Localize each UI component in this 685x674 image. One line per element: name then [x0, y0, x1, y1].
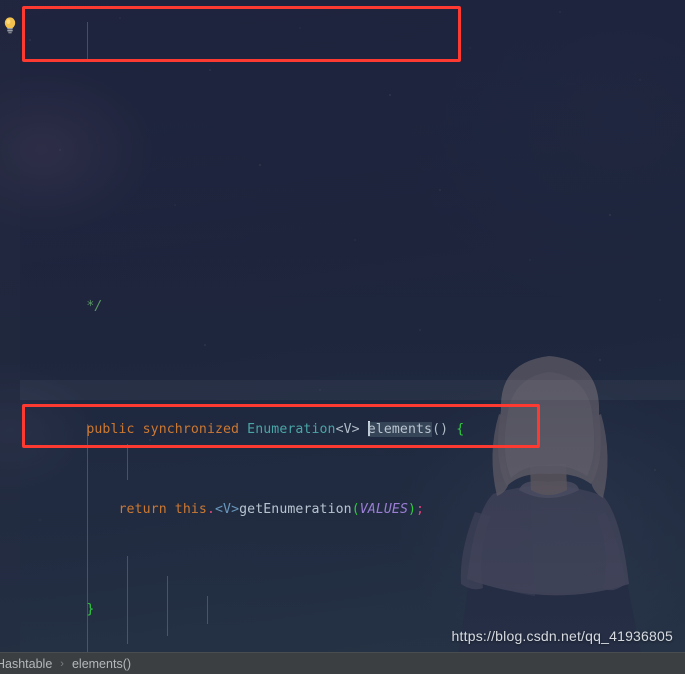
indent-guide [127, 444, 128, 480]
method-call-getenumeration: getEnumeration [239, 502, 352, 517]
code-line-elements-signature: public synchronized Enumeration<V> eleme… [20, 380, 685, 437]
dot-operator: . [206, 502, 216, 517]
type-enumeration: Enumeration [247, 422, 336, 437]
code-text-area[interactable]: */ public synchronized Enumeration<V> el… [20, 0, 685, 652]
indent-guide [127, 556, 128, 644]
lparen: ( [351, 502, 360, 517]
code-editor[interactable]: */ public synchronized Enumeration<V> el… [0, 0, 685, 652]
screenshot-root: */ public synchronized Enumeration<V> el… [0, 0, 685, 674]
editor-gutter[interactable] [0, 0, 20, 652]
breadcrumb-method[interactable]: elements() [70, 657, 133, 671]
method-name-elements: elements [367, 422, 433, 437]
rparen: ) [408, 502, 417, 517]
lightbulb-icon[interactable] [2, 16, 18, 34]
code-line: } [20, 580, 685, 617]
current-line-highlight [20, 380, 685, 400]
parens: () [432, 422, 449, 437]
semicolon: ; [416, 502, 425, 517]
indent-guide [207, 596, 208, 624]
generic-param: <V> [335, 422, 360, 437]
keyword-this: this [174, 502, 207, 517]
keyword-synchronized: synchronized [142, 422, 240, 437]
comment-close: */ [86, 299, 103, 314]
watermark-url: https://blog.csdn.net/qq_41936805 [451, 628, 673, 644]
close-brace: } [86, 602, 95, 617]
breadcrumb-status-bar[interactable]: Hashtable › elements() [0, 652, 685, 674]
code-line: */ [20, 286, 685, 314]
keyword-public: public [86, 422, 135, 437]
code-line-return-enumeration: return this.<V>getEnumeration(VALUES); [20, 480, 685, 517]
breadcrumb-separator-icon: › [60, 657, 64, 670]
keyword-return: return [118, 502, 167, 517]
breadcrumb-class[interactable]: Hashtable [0, 657, 54, 671]
indent-guide [87, 22, 88, 62]
generic-witness: <V> [215, 502, 240, 517]
open-brace: { [456, 422, 465, 437]
field-values: VALUES [359, 502, 408, 517]
